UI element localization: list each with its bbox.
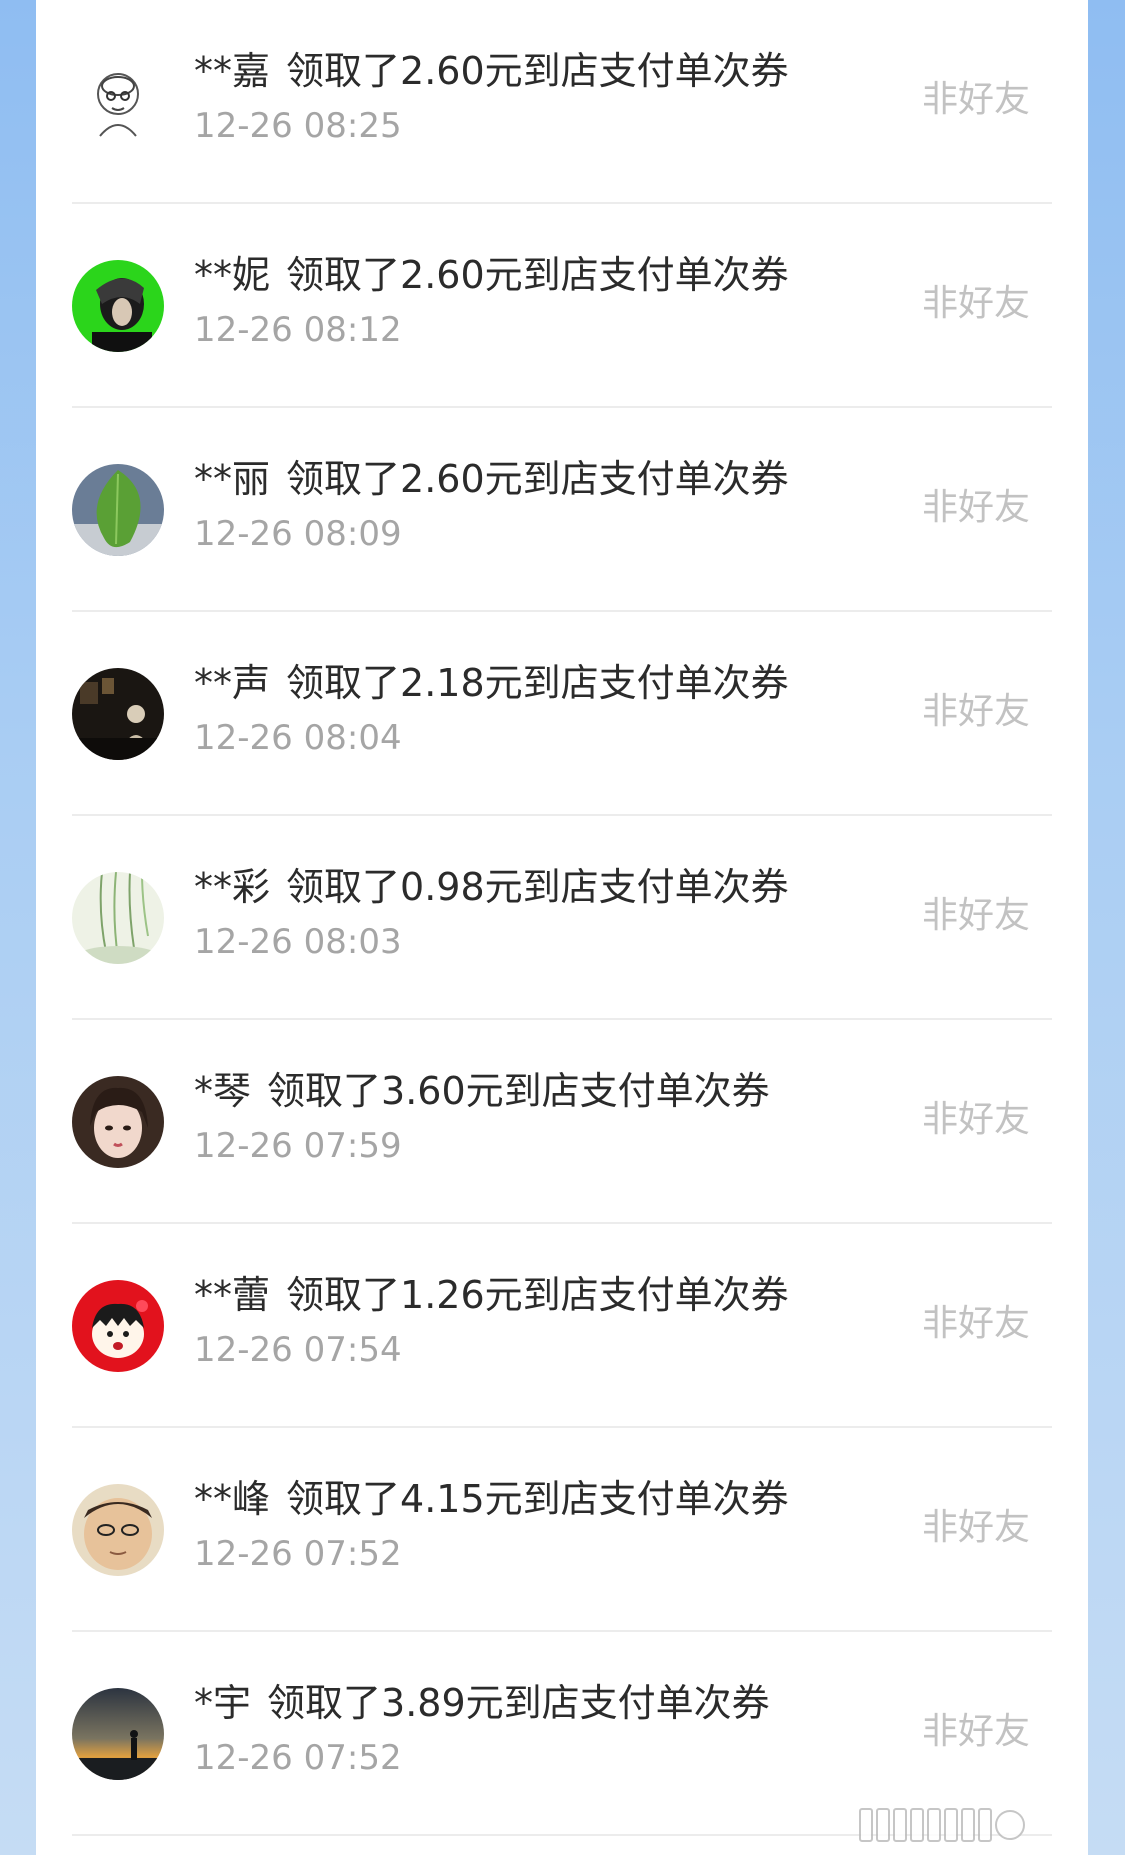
claim-text: 领取了4.15元到店支付单次券: [286, 1477, 789, 1521]
cartoon-girl-avatar: [72, 1280, 164, 1372]
user-name: *宇: [194, 1681, 252, 1725]
friend-status: 非好友: [921, 895, 1030, 936]
list-item[interactable]: *琴 领取了3.60元到店支付单次券 12-26 07:59 非好友: [36, 1020, 1088, 1224]
user-name: **嘉: [194, 49, 271, 93]
man-face-avatar: [72, 1484, 164, 1576]
friend-status: 非好友: [921, 1711, 1030, 1752]
user-name: **丽: [194, 457, 271, 501]
user-name: **彩: [194, 865, 271, 909]
claim-text: 领取了1.26元到店支付单次券: [286, 1273, 789, 1317]
claim-time: 12-26 07:59: [194, 1126, 402, 1166]
coupon-claim-list: **嘉 领取了2.60元到店支付单次券 12-26 08:25 非好友 **妮 领取…: [36, 0, 1088, 1855]
claim-time: 12-26 07:54: [194, 1330, 402, 1370]
claim-time: 12-26 08:25: [194, 106, 402, 146]
list-item[interactable]: **彩 领取了0.98元到店支付单次券 12-26 08:03 非好友: [36, 816, 1088, 1020]
friend-status: 非好友: [921, 487, 1030, 528]
friend-status: 非好友: [921, 1099, 1030, 1140]
claim-text: 领取了0.98元到店支付单次券: [286, 865, 789, 909]
user-name: *琴: [194, 1069, 252, 1113]
list-item[interactable]: **蕾 领取了1.26元到店支付单次券 12-26 07:54 非好友: [36, 1224, 1088, 1428]
friend-status: 非好友: [921, 1303, 1030, 1344]
claim-time: 12-26 07:52: [194, 1738, 402, 1778]
claim-time: 12-26 08:04: [194, 718, 402, 758]
girl-portrait-avatar: [72, 1076, 164, 1168]
list-item[interactable]: **声 领取了2.18元到店支付单次券 12-26 08:04 非好友: [36, 612, 1088, 816]
green-portrait-avatar: [72, 260, 164, 352]
sunset-silhouette-avatar: [72, 1688, 164, 1780]
list-item[interactable]: **嘉 领取了2.60元到店支付单次券 12-26 08:25 非好友: [36, 0, 1088, 204]
user-name: **峰: [194, 1477, 271, 1521]
list-item[interactable]: **妮 领取了2.60元到店支付单次券 12-26 08:12 非好友: [36, 204, 1088, 408]
claim-text: 领取了2.60元到店支付单次券: [286, 253, 789, 297]
claim-time: 12-26 08:03: [194, 922, 402, 962]
claim-time: 12-26 07:52: [194, 1534, 402, 1574]
user-name: **声: [194, 661, 271, 705]
friend-status: 非好友: [921, 1507, 1030, 1548]
friend-status: 非好友: [921, 79, 1030, 120]
claim-text: 领取了2.60元到店支付单次券: [286, 49, 789, 93]
sketch-person-avatar: [72, 56, 164, 148]
watermark-icon: [859, 1805, 1069, 1845]
claim-time: 12-26 08:12: [194, 310, 402, 350]
claim-text: 领取了3.89元到店支付单次券: [267, 1681, 770, 1725]
dark-room-avatar: [72, 668, 164, 760]
claim-text: 领取了2.18元到店支付单次券: [286, 661, 789, 705]
claim-text: 领取了3.60元到店支付单次券: [267, 1069, 770, 1113]
claim-time: 12-26 08:09: [194, 514, 402, 554]
list-item[interactable]: **丽 领取了2.60元到店支付单次券 12-26 08:09 非好友: [36, 408, 1088, 612]
friend-status: 非好友: [921, 691, 1030, 732]
user-name: **妮: [194, 253, 271, 297]
user-name: **蕾: [194, 1273, 271, 1317]
claim-text: 领取了2.60元到店支付单次券: [286, 457, 789, 501]
willow-avatar: [72, 872, 164, 964]
list-item[interactable]: **峰 领取了4.15元到店支付单次券 12-26 07:52 非好友: [36, 1428, 1088, 1632]
friend-status: 非好友: [921, 283, 1030, 324]
leaf-avatar: [72, 464, 164, 556]
